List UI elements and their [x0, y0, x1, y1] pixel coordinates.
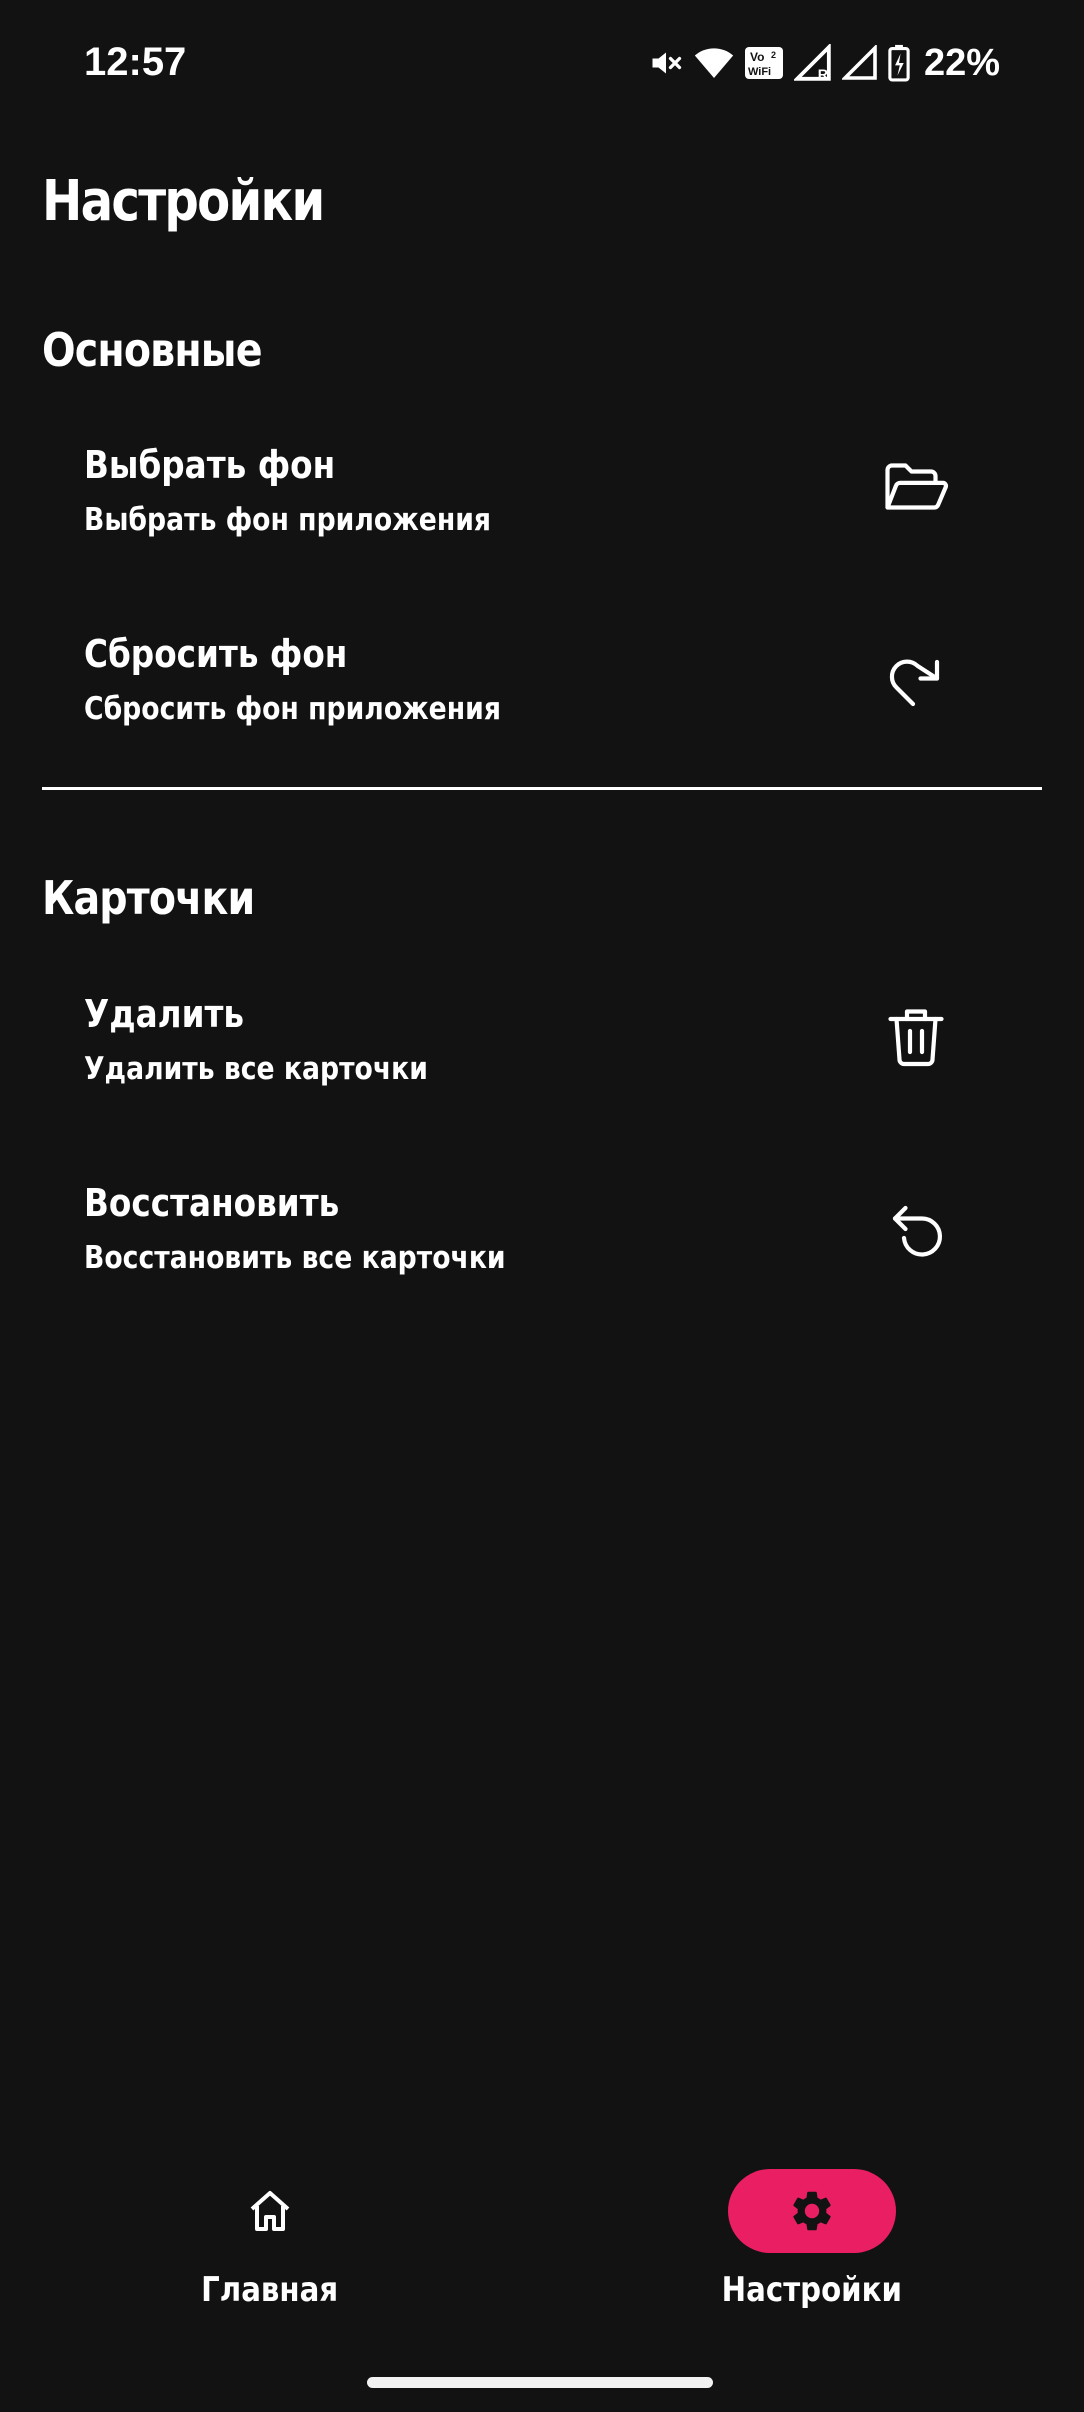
setting-title: Сбросить фон	[84, 632, 348, 676]
section-divider	[42, 787, 1042, 790]
vowifi-line1: Vo	[750, 50, 764, 64]
setting-title: Восстановить	[84, 1181, 340, 1225]
setting-subtitle: Удалить все карточки	[84, 1051, 428, 1087]
setting-restore-cards[interactable]: Восстановить Восстановить все карточки	[0, 1162, 1084, 1332]
setting-title: Удалить	[84, 992, 245, 1036]
undo-icon[interactable]	[880, 1190, 952, 1262]
setting-reset-background[interactable]: Сбросить фон Сбросить фон приложения	[0, 613, 1084, 783]
folder-open-icon[interactable]	[880, 452, 952, 524]
nav-label-settings: Настройки	[721, 2270, 903, 2310]
mute-icon	[648, 45, 684, 81]
nav-pill-home	[186, 2169, 354, 2253]
battery-charging-icon	[888, 44, 910, 82]
home-icon	[250, 2191, 290, 2231]
roaming-mark: R	[818, 67, 828, 82]
setting-subtitle: Выбрать фон приложения	[84, 502, 492, 538]
section-header-main: Основные	[42, 323, 263, 377]
redo-icon[interactable]	[880, 641, 952, 713]
vowifi-sup: 2	[771, 50, 776, 60]
nav-pill-settings	[728, 2169, 896, 2253]
section-header-cards: Карточки	[42, 871, 255, 925]
page-title: Настройки	[42, 169, 325, 234]
status-icons: Vo 2 WiFi R 22%	[648, 36, 1000, 90]
vowifi-line2: WiFi	[748, 66, 771, 78]
trash-icon[interactable]	[880, 1001, 952, 1073]
gesture-navigation-bar[interactable]	[367, 2377, 713, 2388]
setting-choose-background[interactable]: Выбрать фон Выбрать фон приложения	[0, 424, 1084, 594]
gear-icon	[793, 2191, 831, 2231]
wifi-icon	[694, 45, 734, 81]
setting-subtitle: Сбросить фон приложения	[84, 691, 501, 727]
battery-percent: 22%	[923, 41, 1000, 84]
signal-icon	[841, 45, 878, 81]
status-time: 12:57	[84, 40, 187, 84]
status-bar: 12:57 Vo 2 WiFi R 22%	[0, 0, 1084, 130]
signal-r-icon: R	[793, 44, 832, 82]
setting-delete-cards[interactable]: Удалить Удалить все карточки	[0, 973, 1084, 1143]
vowifi-icon: Vo 2 WiFi	[744, 45, 784, 81]
nav-label-home: Главная	[201, 2270, 339, 2310]
nav-item-home[interactable]: Главная	[120, 2150, 420, 2330]
setting-subtitle: Восстановить все карточки	[84, 1240, 506, 1276]
bottom-navigation: Главная Настройки	[0, 2150, 1084, 2330]
setting-title: Выбрать фон	[84, 443, 336, 487]
nav-item-settings[interactable]: Настройки	[662, 2150, 962, 2330]
